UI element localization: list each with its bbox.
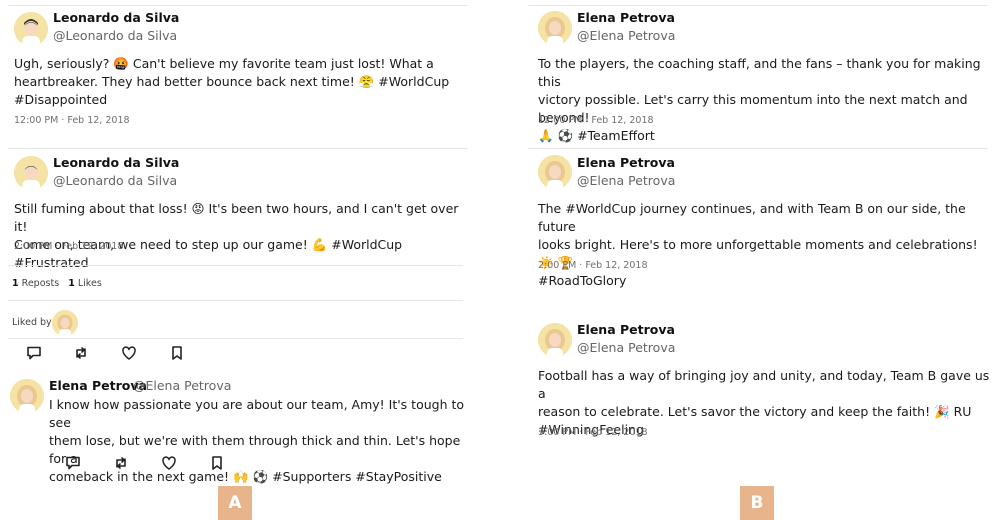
author-handle[interactable]: @Leonardo da Silva bbox=[53, 173, 177, 188]
author-name[interactable]: Elena Petrova bbox=[577, 322, 675, 337]
bookmark-icon[interactable] bbox=[209, 455, 225, 471]
reply-icon[interactable] bbox=[26, 345, 42, 361]
liked-by-label: Liked by bbox=[12, 317, 52, 328]
female-avatar-icon bbox=[538, 155, 572, 189]
like-icon[interactable] bbox=[121, 345, 137, 361]
female-avatar-icon bbox=[538, 323, 572, 357]
like-icon[interactable] bbox=[161, 455, 177, 471]
engagement-stats: 1 Reposts 1 Likes bbox=[12, 278, 102, 289]
divider bbox=[528, 148, 988, 149]
avatar-leonardo[interactable] bbox=[14, 156, 48, 190]
divider bbox=[8, 5, 468, 6]
divider bbox=[8, 265, 463, 266]
tweet-text-line: reason to celebrate. Let's savor the vic… bbox=[538, 404, 972, 419]
divider bbox=[8, 300, 463, 301]
panel-label-a: A bbox=[218, 486, 252, 520]
bookmark-icon[interactable] bbox=[169, 345, 185, 361]
tweet-text-line: #Disappointed bbox=[14, 92, 108, 107]
repost-icon[interactable] bbox=[113, 455, 129, 471]
avatar-elena[interactable] bbox=[10, 379, 44, 413]
tweet-text-line: #RoadToGlory bbox=[538, 273, 627, 288]
author-name[interactable]: Leonardo da Silva bbox=[53, 155, 179, 170]
author-handle[interactable]: @Leonardo da Silva bbox=[53, 28, 177, 43]
tweet-timestamp[interactable]: 12:00 PM · Feb 12, 2018 bbox=[14, 115, 130, 126]
reply-text-line: comeback in the next game! 🙌 ⚽ #Supporte… bbox=[49, 469, 442, 484]
tweet-timestamp[interactable]: 3:00 PM · Feb 12, 2018 bbox=[538, 427, 647, 438]
likes-label[interactable]: Likes bbox=[78, 278, 102, 289]
female-avatar-icon bbox=[538, 11, 572, 45]
reply-text-line: I know how passionate you are about our … bbox=[49, 397, 465, 430]
reply-icon[interactable] bbox=[65, 455, 81, 471]
tweet-text: The #WorldCup journey continues, and wit… bbox=[538, 200, 993, 290]
tweet-timestamp[interactable]: 12:00 PM · Feb 12, 2018 bbox=[538, 115, 654, 126]
author-handle[interactable]: @Elena Petrova bbox=[577, 28, 675, 43]
divider bbox=[8, 148, 468, 149]
female-avatar-icon bbox=[10, 379, 44, 413]
likes-count[interactable]: 1 bbox=[68, 278, 75, 289]
female-avatar-icon bbox=[52, 310, 78, 336]
divider bbox=[8, 338, 463, 339]
author-name[interactable]: Elena Petrova bbox=[577, 155, 675, 170]
tweet-text: Still fuming about that loss! 😡 It's bee… bbox=[14, 200, 474, 272]
tweet-text: To the players, the coaching staff, and … bbox=[538, 55, 993, 145]
male-avatar-icon bbox=[14, 12, 48, 46]
author-name[interactable]: Leonardo da Silva bbox=[53, 10, 179, 25]
divider bbox=[528, 5, 988, 6]
author-handle[interactable]: @Elena Petrova bbox=[577, 340, 675, 355]
avatar-leonardo[interactable] bbox=[14, 12, 48, 46]
reply-text: I know how passionate you are about our … bbox=[49, 396, 469, 486]
male-avatar-icon bbox=[14, 156, 48, 190]
tweet-text-line: The #WorldCup journey continues, and wit… bbox=[538, 201, 966, 234]
reposts-label[interactable]: Reposts bbox=[22, 278, 60, 289]
tweet-text-line: Still fuming about that loss! 😡 It's bee… bbox=[14, 201, 459, 234]
liker-avatar[interactable] bbox=[52, 310, 78, 336]
reply-text-line: them lose, but we're with them through t… bbox=[49, 433, 461, 466]
tweet-text-line: Ugh, seriously? 🤬 Can't believe my favor… bbox=[14, 56, 434, 71]
panel-label-b: B bbox=[740, 486, 774, 520]
author-handle[interactable]: @Elena Petrova bbox=[577, 173, 675, 188]
tweet-text-line: 🙏 ⚽ #TeamEffort bbox=[538, 128, 655, 143]
tweet-timestamp[interactable]: 2:00 PM · Feb 12, 2018 bbox=[538, 260, 647, 271]
author-name[interactable]: Elena Petrova bbox=[577, 10, 675, 25]
tweet-text-line: Football has a way of bringing joy and u… bbox=[538, 368, 990, 401]
tweet-timestamp[interactable]: 2:00 PM · Feb 12, 2018 bbox=[14, 241, 123, 252]
avatar-elena[interactable] bbox=[538, 323, 572, 357]
repost-icon[interactable] bbox=[73, 345, 89, 361]
reply-author-handle[interactable]: @Elena Petrova bbox=[133, 378, 231, 393]
tweet-text: Ugh, seriously? 🤬 Can't believe my favor… bbox=[14, 55, 474, 109]
reposts-count[interactable]: 1 bbox=[12, 278, 19, 289]
tweet-text-line: To the players, the coaching staff, and … bbox=[538, 56, 981, 89]
tweet-text-line: heartbreaker. They had better bounce bac… bbox=[14, 74, 450, 89]
avatar-elena[interactable] bbox=[538, 11, 572, 45]
avatar-elena[interactable] bbox=[538, 155, 572, 189]
